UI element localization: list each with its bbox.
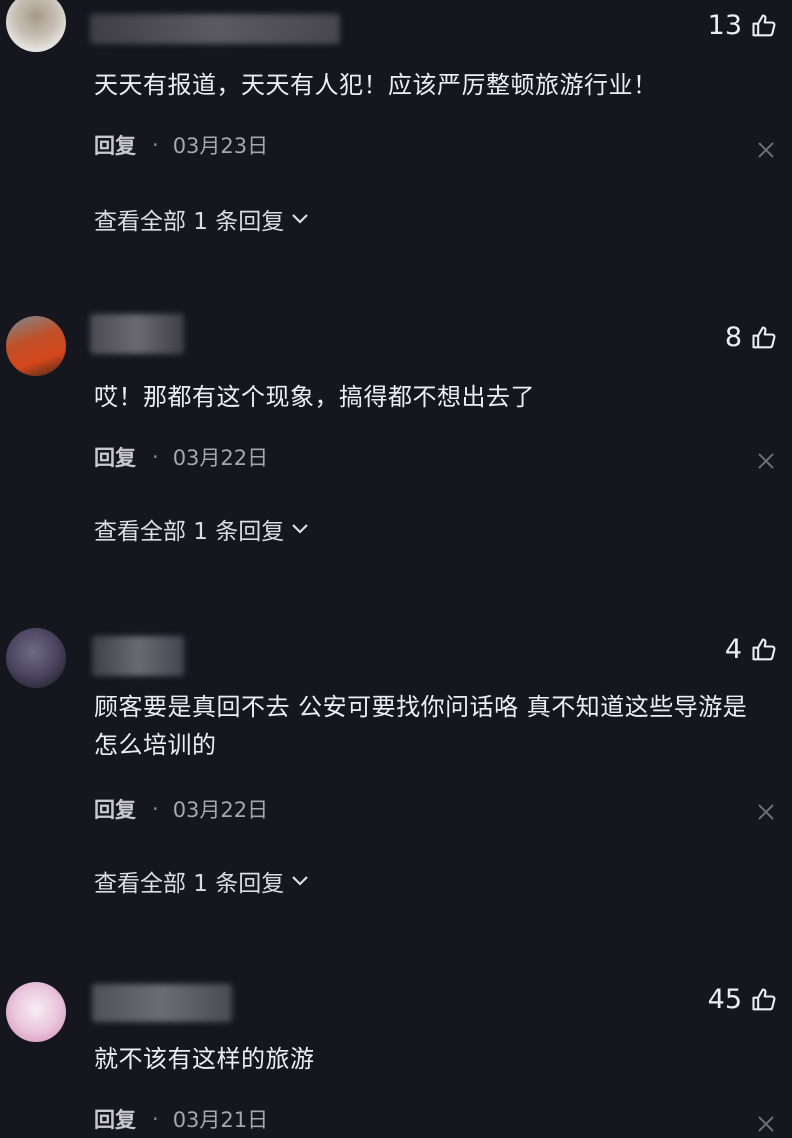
comment-text: 哎！那都有这个现象，搞得都不想出去了	[94, 383, 535, 411]
view-all-label: 查看全部 1 条回复	[94, 519, 285, 545]
username-blurred[interactable]	[90, 14, 340, 44]
close-icon[interactable]	[756, 140, 776, 160]
chevron-down-icon	[292, 214, 309, 224]
meta-separator: ·	[152, 133, 159, 157]
close-icon[interactable]	[756, 1114, 776, 1134]
like-button[interactable]: 8	[725, 322, 778, 353]
reply-button[interactable]: 回复	[94, 442, 136, 472]
like-count: 4	[724, 634, 742, 665]
avatar[interactable]	[6, 0, 66, 52]
comment-date: 03月22日	[172, 798, 269, 822]
like-button[interactable]: 45	[708, 984, 778, 1015]
comment-item: 13 天天有报道，天天有人犯！应该严厉整顿旅游行业！ 回复 · 03月23日 查…	[0, 0, 792, 280]
reply-button[interactable]: 回复	[94, 1104, 136, 1134]
reply-button[interactable]: 回复	[94, 794, 136, 824]
like-count: 13	[707, 10, 742, 41]
meta-separator: ·	[152, 1107, 159, 1131]
thumbs-up-icon	[752, 325, 776, 348]
avatar[interactable]	[6, 316, 66, 376]
view-all-replies-button[interactable]: 查看全部 1 条回复	[94, 512, 310, 546]
comment-text: 顾客要是真回不去 公安可要找你问话咯 真不知道这些导游是怎么培训的	[94, 693, 748, 759]
view-all-replies-button[interactable]: 查看全部 1 条回复	[94, 202, 310, 236]
view-all-label: 查看全部 1 条回复	[94, 209, 285, 235]
username-blurred[interactable]	[92, 984, 232, 1022]
meta-separator: ·	[152, 445, 159, 469]
view-all-replies-button[interactable]: 查看全部 1 条回复	[94, 864, 310, 898]
thumbs-up-icon	[752, 637, 776, 660]
avatar[interactable]	[6, 628, 66, 688]
thumbs-up-icon	[752, 987, 776, 1010]
reply-button[interactable]: 回复	[94, 130, 136, 160]
username-blurred[interactable]	[90, 314, 184, 354]
comment-meta: 回复 · 03月22日	[94, 442, 268, 472]
comment-meta: 回复 · 03月22日	[94, 794, 268, 824]
like-count: 45	[707, 984, 742, 1015]
comment-item: 8 哎！那都有这个现象，搞得都不想出去了 回复 · 03月22日 查看全部 1 …	[0, 300, 792, 590]
username-blurred[interactable]	[92, 636, 184, 676]
comment-item: 45 就不该有这样的旅游 回复 · 03月21日	[0, 962, 792, 1138]
thumbs-up-icon	[752, 13, 776, 36]
like-button[interactable]: 4	[725, 634, 778, 665]
avatar[interactable]	[6, 982, 66, 1042]
chevron-down-icon	[292, 876, 309, 886]
like-count: 8	[724, 322, 742, 353]
comment-date: 03月23日	[172, 134, 269, 158]
comment-meta: 回复 · 03月23日	[94, 130, 268, 160]
comment-text: 天天有报道，天天有人犯！应该严厉整顿旅游行业！	[94, 71, 658, 99]
comment-date: 03月21日	[172, 1108, 269, 1132]
like-button[interactable]: 13	[708, 10, 778, 41]
comment-meta: 回复 · 03月21日	[94, 1104, 268, 1134]
comment-item: 4 顾客要是真回不去 公安可要找你问话咯 真不知道这些导游是怎么培训的 回复 ·…	[0, 612, 792, 942]
close-icon[interactable]	[756, 451, 776, 471]
meta-separator: ·	[152, 797, 159, 821]
view-all-label: 查看全部 1 条回复	[94, 871, 285, 897]
comment-date: 03月22日	[172, 446, 269, 470]
comment-text: 就不该有这样的旅游	[94, 1045, 315, 1073]
chevron-down-icon	[292, 524, 309, 534]
close-icon[interactable]	[756, 802, 776, 822]
